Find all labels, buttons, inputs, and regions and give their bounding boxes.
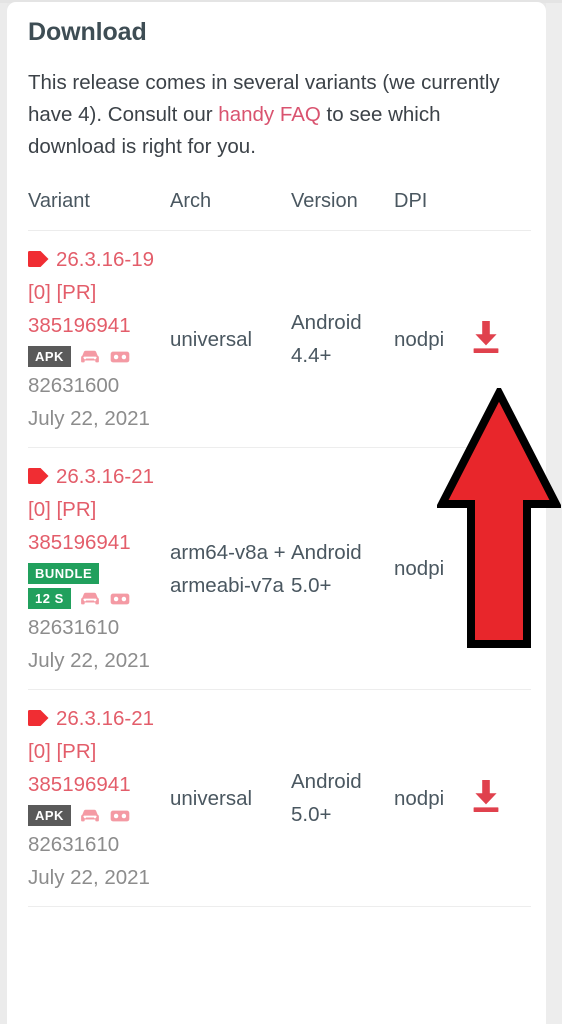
column-header-arch[interactable]: Arch xyxy=(170,190,291,231)
variant-cell: 26.3.16-19 [0] [PR] 385196941 APK 82631600… xyxy=(28,230,170,448)
intro-paragraph: This release comes in several variants (… xyxy=(28,67,525,163)
variant-name[interactable]: 26.3.16-19 [0] [PR] 385196941 xyxy=(28,243,170,342)
page-title: Download xyxy=(28,18,147,46)
column-header-version[interactable]: Version xyxy=(291,190,394,231)
badge-split: 12 S xyxy=(28,588,71,609)
handy-faq-link[interactable]: handy FAQ xyxy=(218,103,321,126)
variant-arch-cell: arm64-v8a + armeabi-v7a xyxy=(170,447,291,690)
badge-row: APK xyxy=(28,346,170,367)
variant-date: July 22, 2021 xyxy=(28,649,150,672)
badge-bundle: BUNDLE xyxy=(28,563,100,584)
variant-arch: universal xyxy=(170,327,253,351)
page-right-gutter xyxy=(546,0,562,1024)
badge-row: APK xyxy=(28,805,170,826)
tag-icon xyxy=(28,251,49,267)
page-left-gutter xyxy=(0,0,7,1024)
variant-arch: arm64-v8a + armeabi-v7a xyxy=(170,540,286,597)
variant-size: 82631610 xyxy=(28,616,120,639)
variant-dpi-cell: nodpi xyxy=(394,230,469,448)
car-icon xyxy=(81,350,99,362)
variant-arch-cell: universal xyxy=(170,689,291,907)
screenshot-viewport: Download This release comes in several v… xyxy=(0,0,562,1024)
column-header-download xyxy=(469,190,531,231)
variants-table-body: 26.3.16-19 [0] [PR] 385196941 APK 82631600… xyxy=(28,230,531,907)
vr-goggles-icon xyxy=(110,351,130,362)
variant-dpi: nodpi xyxy=(394,786,445,810)
variant-version: Android 5.0+ xyxy=(291,770,362,826)
table-row[interactable]: 26.3.16-21 [0] [PR] 385196941 APK 82631610… xyxy=(28,689,531,907)
badge-row: 12 S xyxy=(28,588,170,609)
download-icon xyxy=(473,550,499,582)
variant-version: Android 5.0+ xyxy=(291,540,362,597)
download-icon xyxy=(473,779,499,812)
variants-table: Variant Arch Version DPI 26.3.16-19 [0] … xyxy=(28,190,531,907)
variant-badges: APK xyxy=(28,346,170,367)
tag-icon xyxy=(28,710,49,726)
variant-size: 82631600 xyxy=(28,374,120,397)
badge-row: BUNDLE xyxy=(28,563,170,584)
table-row[interactable]: 26.3.16-19 [0] [PR] 385196941 APK 82631600… xyxy=(28,230,531,448)
download-section: Download This release comes in several v… xyxy=(7,2,546,907)
table-header-row: Variant Arch Version DPI xyxy=(28,190,531,231)
car-icon xyxy=(80,592,99,604)
column-header-dpi[interactable]: DPI xyxy=(394,190,469,231)
variant-name[interactable]: 26.3.16-21 [0] [PR] 385196941 xyxy=(28,460,170,559)
download-icon xyxy=(473,320,499,353)
variant-version-cell: Android 5.0+ xyxy=(291,689,394,907)
variant-dpi: nodpi xyxy=(394,557,445,580)
variant-arch: universal xyxy=(170,786,253,810)
variant-name[interactable]: 26.3.16-21 [0] [PR] 385196941 xyxy=(28,702,170,801)
variant-date: July 22, 2021 xyxy=(28,866,150,889)
download-cell xyxy=(469,689,531,907)
variant-arch-cell: universal xyxy=(170,230,291,448)
variant-badges: BUNDLE 12 S xyxy=(28,563,170,609)
badge-apk: APK xyxy=(28,346,71,367)
download-button[interactable] xyxy=(469,548,503,584)
vr-goggles-icon xyxy=(110,593,130,604)
variant-dpi-cell: nodpi xyxy=(394,689,469,907)
download-cell xyxy=(469,447,531,690)
variant-version-cell: Android 5.0+ xyxy=(291,447,394,690)
variant-cell: 26.3.16-21 [0] [PR] 385196941 BUNDLE 12 S 8… xyxy=(28,447,170,690)
badge-apk: APK xyxy=(28,805,71,826)
variant-version-cell: Android 4.4+ xyxy=(291,230,394,448)
variant-cell: 26.3.16-21 [0] [PR] 385196941 APK 82631610… xyxy=(28,689,170,907)
download-button[interactable] xyxy=(469,319,503,355)
download-card: Download This release comes in several v… xyxy=(7,2,546,1024)
variant-version: Android 4.4+ xyxy=(291,311,362,367)
download-cell xyxy=(469,230,531,448)
variant-dpi: nodpi xyxy=(394,327,445,351)
variants-table-head: Variant Arch Version DPI xyxy=(28,190,531,231)
variant-date: July 22, 2021 xyxy=(28,407,150,430)
variant-size: 82631610 xyxy=(28,833,120,856)
car-icon xyxy=(81,809,99,821)
variant-dpi-cell: nodpi xyxy=(394,447,469,690)
download-button[interactable] xyxy=(469,778,503,814)
column-header-variant[interactable]: Variant xyxy=(28,190,170,231)
table-row[interactable]: 26.3.16-21 [0] [PR] 385196941 BUNDLE 12 S 8… xyxy=(28,447,531,690)
variant-badges: APK xyxy=(28,805,170,826)
vr-goggles-icon xyxy=(110,810,130,821)
tag-icon xyxy=(28,468,49,484)
